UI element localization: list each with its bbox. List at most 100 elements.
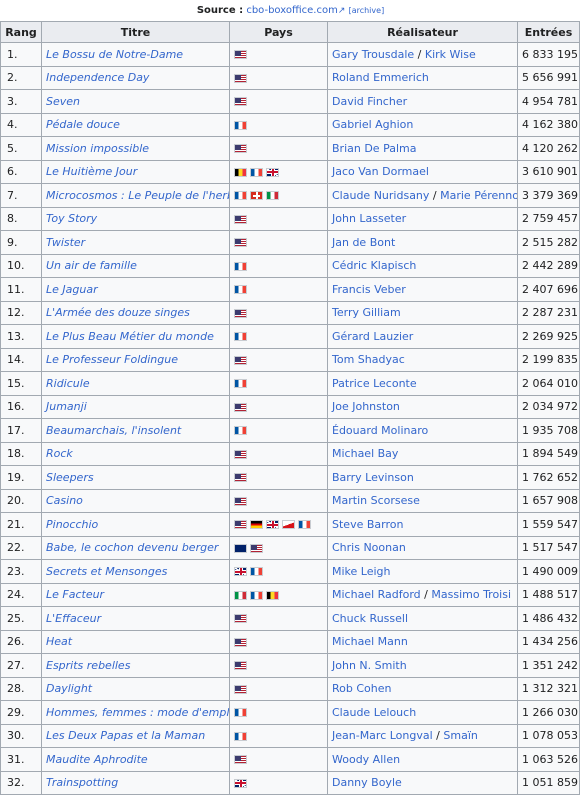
director-link[interactable]: Chuck Russell — [332, 612, 408, 625]
film-title-link[interactable]: Les Deux Papas et la Maman — [46, 729, 205, 742]
flag-us-icon[interactable] — [234, 355, 247, 365]
flag-us-icon[interactable] — [234, 73, 247, 83]
film-title-link[interactable]: Ridicule — [46, 377, 90, 390]
flag-fr-icon[interactable] — [234, 191, 247, 201]
director-link[interactable]: Claude Lelouch — [332, 706, 416, 719]
flag-us-icon[interactable] — [234, 684, 247, 694]
flag-gb-icon[interactable] — [234, 567, 247, 577]
flag-gb-icon[interactable] — [234, 778, 247, 788]
film-title-link[interactable]: Trainspotting — [46, 776, 118, 789]
director-link[interactable]: John Lasseter — [332, 212, 406, 225]
film-title-link[interactable]: Microcosmos : Le Peuple de l'herbe — [46, 189, 229, 202]
director-link[interactable]: Joe Johnston — [332, 400, 400, 413]
flag-fr-icon[interactable] — [234, 120, 247, 130]
flag-fr-icon[interactable] — [250, 167, 263, 177]
film-title-link[interactable]: Casino — [46, 494, 83, 507]
header-entries[interactable]: Entrées — [517, 21, 580, 43]
film-title-link[interactable]: Hommes, femmes : mode d'emploi — [46, 706, 229, 719]
director-link[interactable]: Jan de Bont — [332, 236, 395, 249]
flag-fr-icon[interactable] — [234, 285, 247, 295]
director-link[interactable]: Marie Pérennou — [440, 189, 516, 202]
film-title-link[interactable]: Le Facteur — [46, 588, 104, 601]
flag-us-icon[interactable] — [234, 238, 247, 248]
director-link[interactable]: Danny Boyle — [332, 776, 402, 789]
director-link[interactable]: Chris Noonan — [332, 541, 406, 554]
source-link[interactable]: cbo-boxoffice.com — [246, 5, 338, 16]
header-country[interactable]: Pays — [229, 21, 328, 43]
film-title-link[interactable]: Daylight — [46, 682, 92, 695]
flag-fr-icon[interactable] — [234, 708, 247, 718]
film-title-link[interactable]: Independence Day — [46, 71, 149, 84]
film-title-link[interactable]: Toy Story — [46, 212, 97, 225]
film-title-link[interactable]: Pinocchio — [46, 518, 98, 531]
director-link[interactable]: Cédric Klapisch — [332, 259, 416, 272]
flag-de-icon[interactable] — [250, 520, 263, 530]
flag-ch-icon[interactable] — [250, 191, 263, 201]
film-title-link[interactable]: Jumanji — [46, 400, 87, 413]
flag-fr-icon[interactable] — [234, 332, 247, 342]
flag-us-icon[interactable] — [234, 402, 247, 412]
director-link[interactable]: Gabriel Aghion — [332, 118, 413, 131]
director-link[interactable]: Jaco Van Dormael — [332, 165, 429, 178]
film-title-link[interactable]: Babe, le cochon devenu berger — [46, 541, 218, 554]
flag-us-icon[interactable] — [234, 473, 247, 483]
flag-it-icon[interactable] — [234, 590, 247, 600]
flag-gb-icon[interactable] — [266, 167, 279, 177]
director-link[interactable]: Steve Barron — [332, 518, 403, 531]
film-title-link[interactable]: Rock — [46, 447, 73, 460]
director-link[interactable]: John N. Smith — [332, 659, 407, 672]
film-title-link[interactable]: Pédale douce — [46, 118, 120, 131]
film-title-link[interactable]: Mission impossible — [46, 142, 149, 155]
director-link[interactable]: Michael Radford — [332, 588, 421, 601]
film-title-link[interactable]: Sleepers — [46, 471, 94, 484]
flag-us-icon[interactable] — [234, 755, 247, 765]
director-link[interactable]: Édouard Molinaro — [332, 424, 428, 437]
director-link[interactable]: Michael Mann — [332, 635, 408, 648]
director-link[interactable]: Gérard Lauzier — [332, 330, 413, 343]
header-title[interactable]: Titre — [41, 21, 230, 43]
flag-us-icon[interactable] — [234, 520, 247, 530]
flag-au-icon[interactable] — [234, 543, 247, 553]
header-director[interactable]: Réalisateur — [327, 21, 518, 43]
flag-us-icon[interactable] — [234, 637, 247, 647]
director-link[interactable]: Gary Trousdale — [332, 48, 414, 61]
film-title-link[interactable]: L'Effaceur — [46, 612, 101, 625]
film-title-link[interactable]: Esprits rebelles — [46, 659, 130, 672]
director-link[interactable]: Rob Cohen — [332, 682, 391, 695]
flag-us-icon[interactable] — [234, 50, 247, 60]
film-title-link[interactable]: Twister — [46, 236, 85, 249]
header-rank[interactable]: Rang — [0, 21, 42, 43]
director-link[interactable]: Claude Nuridsany — [332, 189, 429, 202]
director-link[interactable]: Terry Gilliam — [332, 306, 401, 319]
flag-us-icon[interactable] — [234, 449, 247, 459]
film-title-link[interactable]: Beaumarchais, l'insolent — [46, 424, 181, 437]
flag-fr-icon[interactable] — [250, 590, 263, 600]
flag-us-icon[interactable] — [234, 614, 247, 624]
flag-us-icon[interactable] — [234, 214, 247, 224]
flag-fr-icon[interactable] — [298, 520, 311, 530]
flag-gb-icon[interactable] — [266, 520, 279, 530]
flag-fr-icon[interactable] — [234, 731, 247, 741]
director-link[interactable]: Tom Shadyac — [332, 353, 405, 366]
film-title-link[interactable]: Maudite Aphrodite — [46, 753, 148, 766]
director-link[interactable]: Mike Leigh — [332, 565, 391, 578]
flag-it-icon[interactable] — [266, 191, 279, 201]
director-link[interactable]: Jean-Marc Longval — [332, 729, 433, 742]
flag-cz-icon[interactable] — [282, 520, 295, 530]
director-link[interactable]: Kirk Wise — [425, 48, 476, 61]
director-link[interactable]: Smaïn — [443, 729, 477, 742]
flag-us-icon[interactable] — [234, 97, 247, 107]
director-link[interactable]: Michael Bay — [332, 447, 398, 460]
director-link[interactable]: Martin Scorsese — [332, 494, 420, 507]
director-link[interactable]: Massimo Troisi — [431, 588, 511, 601]
film-title-link[interactable]: Un air de famille — [46, 259, 137, 272]
flag-us-icon[interactable] — [234, 661, 247, 671]
film-title-link[interactable]: Heat — [46, 635, 72, 648]
film-title-link[interactable]: Le Bossu de Notre-Dame — [46, 48, 183, 61]
film-title-link[interactable]: Secrets et Mensonges — [46, 565, 167, 578]
archive-link[interactable]: archive — [352, 6, 381, 15]
director-link[interactable]: Barry Levinson — [332, 471, 414, 484]
film-title-link[interactable]: Le Jaguar — [46, 283, 98, 296]
flag-fr-icon[interactable] — [234, 379, 247, 389]
director-link[interactable]: Brian De Palma — [332, 142, 416, 155]
